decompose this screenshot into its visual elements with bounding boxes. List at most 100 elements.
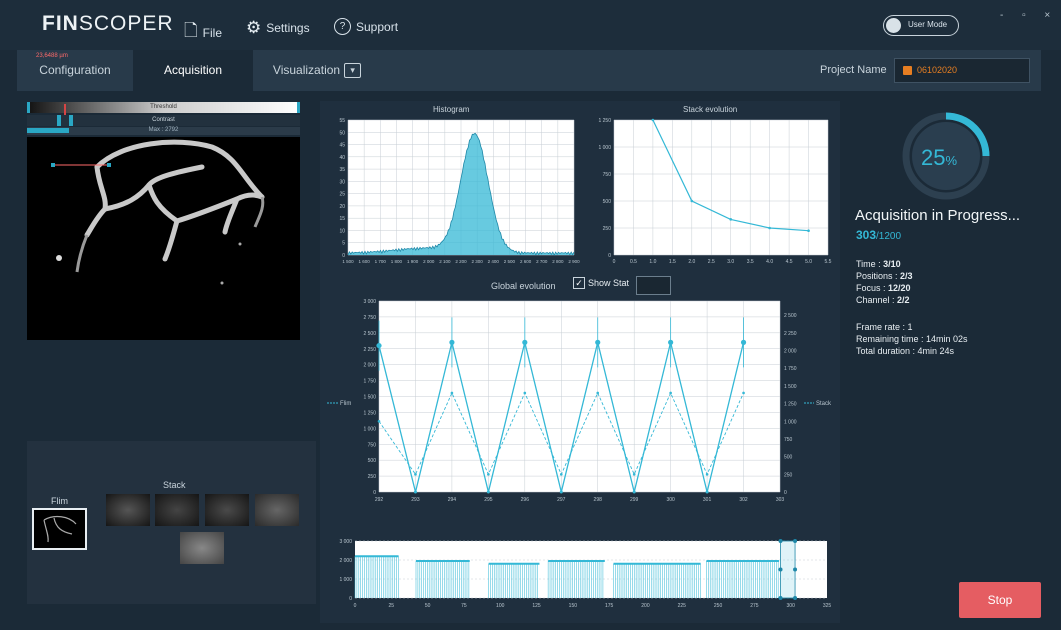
stack-series-point	[414, 473, 417, 476]
histogram-xtick: 2 800	[552, 259, 564, 264]
global-evolution-left-tick: 1 250	[363, 410, 376, 416]
tab-configuration[interactable]: Configuration	[17, 50, 133, 91]
global-evolution-right-tick: 500	[784, 455, 793, 461]
overview-xtick: 225	[678, 603, 687, 609]
stack-series-point	[487, 473, 490, 476]
global-evolution-chart[interactable]: 0 250 500 750 1 000 1 250 1 500 1 750 2 000 2 250…	[322, 295, 840, 515]
global-evolution-left-tick: 2 750	[363, 315, 376, 321]
stop-button[interactable]: Stop	[959, 582, 1041, 618]
stack-thumbnail-4[interactable]	[255, 494, 299, 526]
progress-percent: 25%	[921, 145, 958, 170]
show-stat-checkbox[interactable]: ✓ Show Stat	[573, 277, 629, 289]
global-evolution-left-tick: 250	[368, 474, 377, 480]
overview-xtick: 0	[354, 603, 357, 609]
menu-file[interactable]: 🗋 File	[184, 18, 222, 47]
stack-evolution-ytick: 0	[608, 253, 611, 259]
project-name-field[interactable]: 06102020	[894, 58, 1030, 83]
stack-series-point	[596, 391, 600, 395]
overview-xtick: 75	[461, 603, 467, 609]
stack-evolution-xtick: 3.0	[727, 259, 734, 265]
stack-thumbnail-5[interactable]	[180, 532, 224, 564]
project-icon	[903, 66, 912, 75]
stack-evolution-xtick: 4.5	[786, 259, 793, 265]
stack-thumbnail-2[interactable]	[155, 494, 199, 526]
contrast-slider[interactable]: Contrast	[27, 115, 300, 126]
user-mode-toggle[interactable]: User Mode	[883, 15, 959, 36]
overview-chart[interactable]: 0 1 000 2 000 3 000 0 25 50 75 100 125 150 175 200 22…	[322, 536, 840, 616]
flim-series-point	[559, 490, 563, 494]
stack-evolution-chart[interactable]: 0 250 500 750 1 000 1 250 0 0.5 1.0 1.5 2.0 2.5 3.0 3…	[590, 115, 835, 272]
histogram-xtick: 2 500	[504, 259, 516, 264]
global-evolution-right-tick: 1 500	[784, 384, 797, 390]
global-evolution-right-tick: 2 500	[784, 313, 797, 319]
info-total-duration: Total duration : 4min 24s	[856, 346, 955, 356]
flim-thumbnail[interactable]	[32, 508, 87, 550]
tab-visualization[interactable]: Visualization ▾	[253, 50, 381, 91]
global-evolution-title: Global evolution	[491, 281, 556, 291]
contrast-handle-left[interactable]	[57, 115, 61, 126]
global-evolution-left-tick: 2 000	[363, 363, 376, 369]
histogram-ytick: 25	[339, 192, 345, 198]
overview-xtick: 150	[569, 603, 578, 609]
stack-evolution-point	[768, 226, 771, 230]
stack-series-point	[523, 391, 527, 395]
histogram-ytick: 5	[342, 241, 345, 247]
global-evolution-xtick: 299	[630, 497, 639, 503]
menu-support[interactable]: ? Support	[334, 18, 398, 35]
threshold-slider[interactable]: Threshold	[27, 102, 300, 113]
stack-thumbnail-1[interactable]	[106, 494, 150, 526]
overview-xtick: 175	[605, 603, 614, 609]
histogram-xtick: 2 900	[568, 259, 580, 264]
menu-settings[interactable]: ⚙ Settings	[246, 18, 310, 38]
window-controls[interactable]: - ▫ ×	[1000, 10, 1058, 21]
cell-image-drawing	[51, 139, 265, 285]
stack-evolution-plot-area	[614, 120, 828, 255]
global-evolution-xtick: 293	[411, 497, 420, 503]
histogram-xtick: 2 200	[455, 259, 467, 264]
flim-axis-label: Flim	[340, 401, 351, 407]
flim-series-point	[668, 339, 674, 345]
histogram-ytick: 15	[339, 216, 345, 222]
stack-evolution-xtick: 3.5	[747, 259, 754, 265]
overview-selection-handle	[778, 596, 783, 600]
stack-thumbnail-3[interactable]	[205, 494, 249, 526]
global-evolution-right-tick: 0	[784, 490, 787, 496]
tab-acquisition[interactable]: Acquisition	[133, 50, 253, 91]
histogram-ytick: 10	[339, 228, 345, 234]
overview-xtick: 300	[787, 603, 796, 609]
overview-selection-handle	[793, 596, 798, 600]
acquisition-count: 303/1200	[856, 228, 902, 242]
stack-evolution-xtick: 2.5	[708, 259, 715, 265]
checkbox-icon[interactable]: ✓	[573, 277, 585, 289]
overview-ytick: 2 000	[339, 558, 352, 564]
overview-selection-handle	[793, 567, 798, 572]
chevron-down-icon[interactable]: ▾	[344, 63, 362, 79]
stack-evolution-ytick: 250	[603, 226, 612, 232]
stack-series-point	[632, 473, 636, 476]
stack-series-point	[669, 391, 672, 395]
flim-label: Flim	[51, 496, 68, 506]
stack-evolution-point	[729, 218, 733, 221]
global-evolution-right-tick: 2 250	[784, 331, 797, 337]
histogram-ytick: 50	[339, 130, 345, 136]
histogram-chart[interactable]: 05101520253035404550551 500 1 600 1 700 1 8…	[322, 115, 580, 272]
flim-series-point	[632, 490, 636, 494]
stack-evolution-xtick: 2.0	[688, 259, 695, 265]
global-evolution-xtick: 297	[557, 497, 566, 503]
help-icon: ?	[334, 18, 351, 35]
max-bar: Max : 2792	[27, 127, 300, 135]
info-positions: Positions : 2/3	[856, 271, 913, 281]
flim-series-point	[705, 490, 709, 494]
info-time: Time : 3/10	[856, 259, 901, 269]
stack-evolution-xtick: 0	[613, 259, 616, 265]
contrast-handle-right[interactable]	[69, 115, 73, 126]
info-focus: Focus : 12/20	[856, 283, 911, 293]
stack-evolution-ytick: 1 000	[598, 145, 611, 151]
show-stat-input[interactable]	[636, 276, 671, 295]
microscopy-image[interactable]	[27, 137, 300, 340]
histogram-xtick: 2 700	[536, 259, 548, 264]
threshold-handle-left[interactable]	[27, 102, 30, 113]
global-evolution-left-tick: 0	[373, 490, 376, 496]
threshold-handle-right[interactable]	[297, 102, 300, 113]
stack-series-point	[377, 419, 381, 423]
